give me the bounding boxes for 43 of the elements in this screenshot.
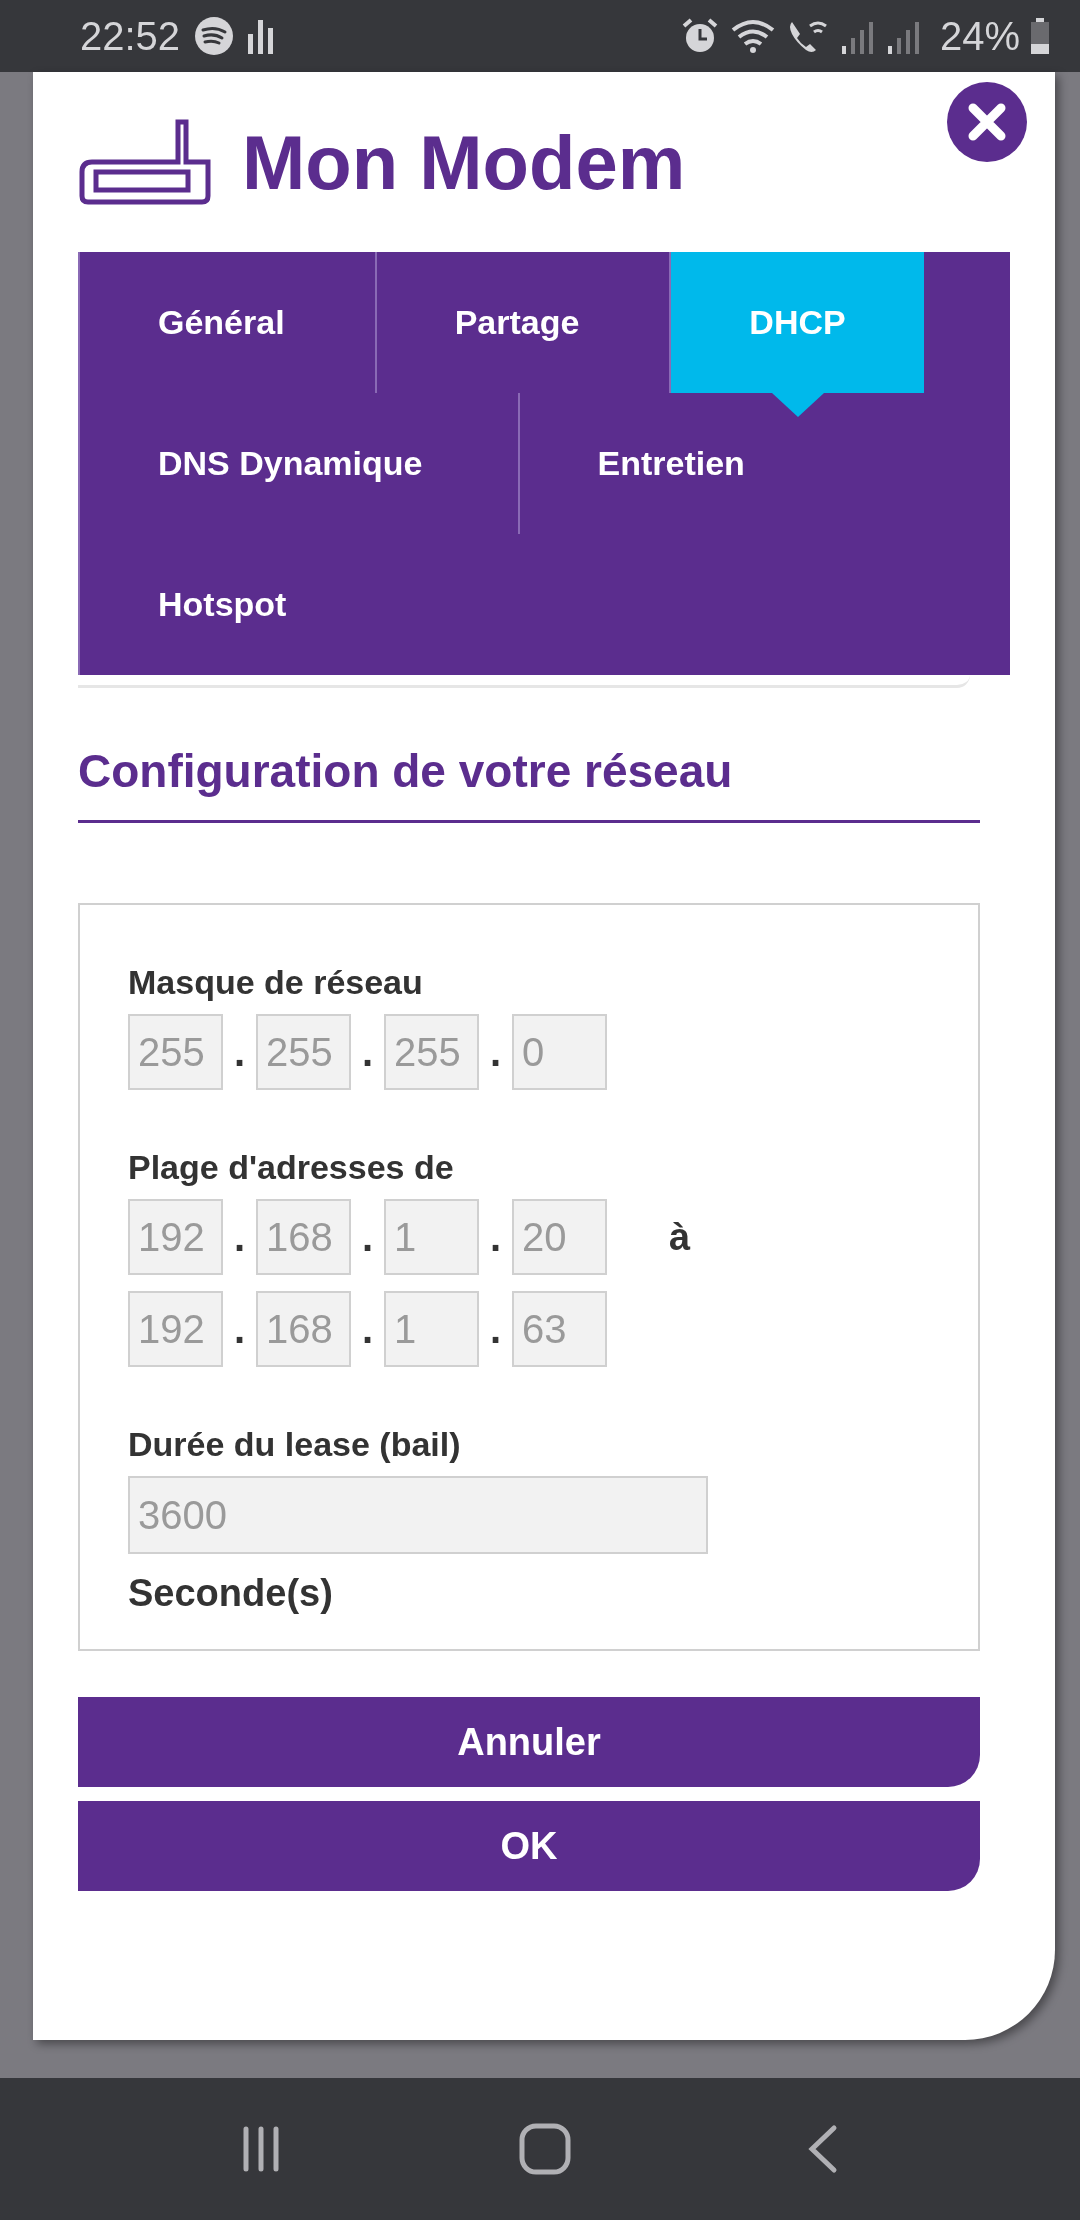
tab[interactable]: Général [78, 252, 375, 393]
field-label: Plage d'adresses de [128, 1148, 455, 1187]
battery-level: 24% [939, 13, 1020, 59]
clock: 22:52 [80, 13, 181, 59]
separator: . [360, 1306, 375, 1352]
field-label: Masque de réseau [128, 963, 424, 1002]
home-icon[interactable] [518, 2122, 572, 2176]
separator: . [232, 1029, 247, 1075]
lease-field[interactable]: 3600 [128, 1476, 708, 1554]
address-octet-field[interactable]: 255 [128, 1014, 223, 1090]
separator: . [232, 1306, 247, 1352]
separator: . [232, 1214, 247, 1260]
tab-pointer [771, 393, 824, 417]
dialog-button[interactable]: Annuler [78, 1697, 980, 1787]
address-octet-field[interactable]: 1 [384, 1199, 479, 1275]
address-octet-field[interactable]: 168 [256, 1291, 351, 1367]
separator: . [488, 1214, 503, 1260]
close-icon [967, 102, 1007, 142]
address-octet-field[interactable]: 20 [512, 1199, 607, 1275]
address-octet-field[interactable]: 63 [512, 1291, 607, 1367]
separator: . [360, 1214, 375, 1260]
section-title: Configuration de votre réseau [78, 744, 980, 823]
field-label: Durée du lease (bail) [128, 1425, 462, 1464]
address-octet-field[interactable]: 1 [384, 1291, 479, 1367]
address-octet-field[interactable]: 255 [256, 1014, 351, 1090]
address-octet-field[interactable]: 0 [512, 1014, 607, 1090]
range-to-label: à [669, 1215, 691, 1259]
tab[interactable]: Entretien [517, 393, 835, 534]
tab[interactable]: DNS Dynamique [78, 393, 518, 534]
music-app-icon [194, 16, 235, 56]
battery-icon [1030, 16, 1050, 56]
address-octet-field[interactable]: 192 [128, 1199, 223, 1275]
unit-label: Seconde(s) [128, 1572, 334, 1615]
modem-icon [78, 118, 212, 206]
dialog-title: Mon Modem [242, 118, 686, 206]
separator: . [488, 1029, 503, 1075]
address-octet-field[interactable]: 255 [384, 1014, 479, 1090]
dialog-button[interactable]: OK [78, 1801, 980, 1891]
address-octet-field[interactable]: 168 [256, 1199, 351, 1275]
tab[interactable]: Hotspot [78, 534, 377, 675]
separator: . [360, 1029, 375, 1075]
address-octet-field[interactable]: 192 [128, 1291, 223, 1367]
separator: . [488, 1306, 503, 1352]
